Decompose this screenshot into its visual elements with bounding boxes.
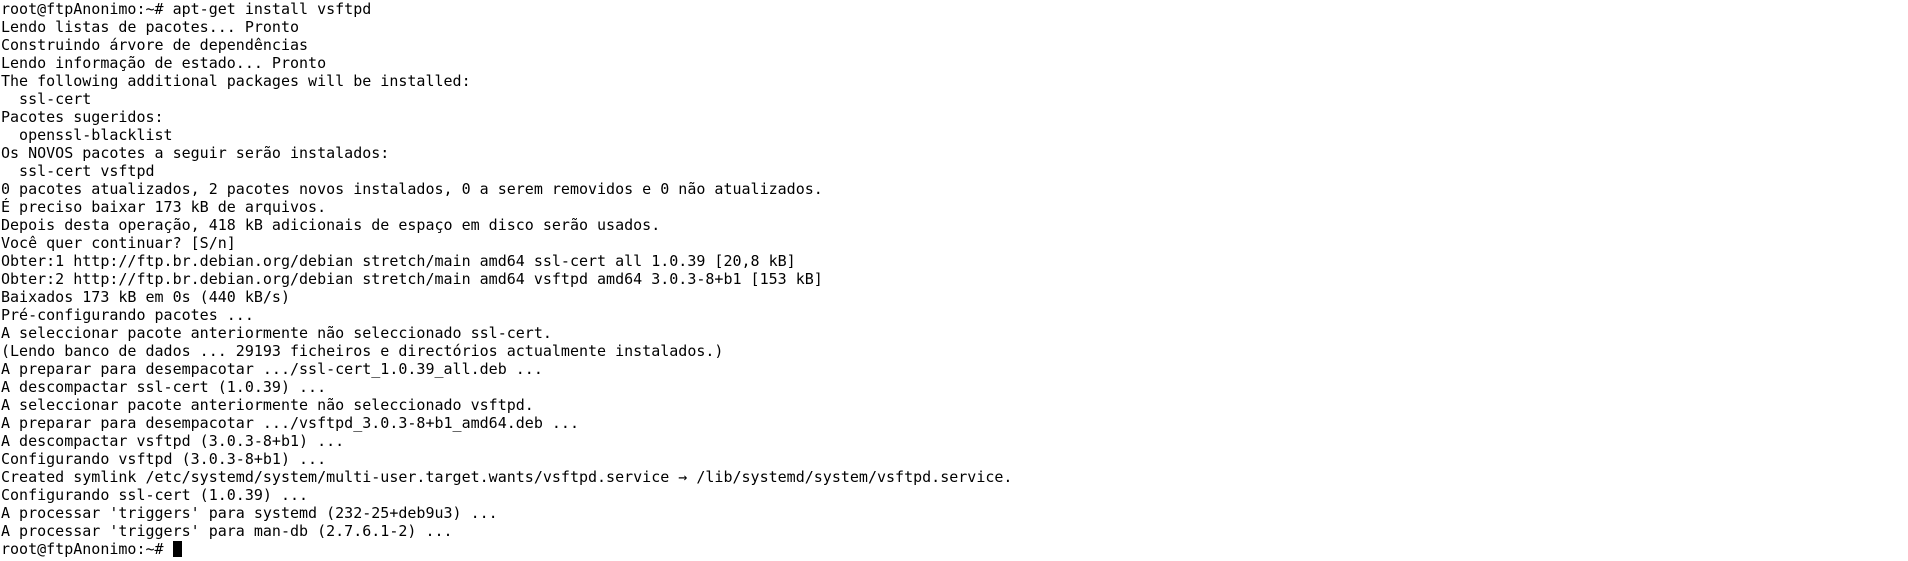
terminal-line: Obter:1 http://ftp.br.debian.org/debian … (1, 252, 796, 270)
terminal-line: A seleccionar pacote anteriormente não s… (1, 324, 552, 342)
terminal-line: A processar 'triggers' para man-db (2.7.… (1, 522, 453, 540)
terminal-line: A preparar para desempacotar .../ssl-cer… (1, 360, 543, 378)
terminal-line: A seleccionar pacote anteriormente não s… (1, 396, 534, 414)
terminal-line: Pré-configurando pacotes ... (1, 306, 254, 324)
terminal-line: Você quer continuar? [S/n] (1, 234, 236, 252)
terminal-line: A processar 'triggers' para systemd (232… (1, 504, 498, 522)
terminal-line: A descompactar ssl-cert (1.0.39) ... (1, 378, 327, 396)
terminal-window[interactable]: root@ftpAnonimo:~# apt-get install vsftp… (0, 0, 1908, 561)
text-cursor (172, 541, 182, 557)
terminal-line: ssl-cert vsftpd (1, 162, 155, 180)
terminal-line: Os NOVOS pacotes a seguir serão instalad… (1, 144, 390, 162)
terminal-line: The following additional packages will b… (1, 72, 471, 90)
terminal-line: (Lendo banco de dados ... 29193 ficheiro… (1, 342, 724, 360)
terminal-output: root@ftpAnonimo:~# apt-get install vsftp… (1, 0, 1012, 558)
terminal-line: Configurando ssl-cert (1.0.39) ... (1, 486, 309, 504)
terminal-line: Depois desta operação, 418 kB adicionais… (1, 216, 661, 234)
terminal-line: Baixados 173 kB em 0s (440 kB/s) (1, 288, 290, 306)
terminal-line: root@ftpAnonimo:~# apt-get install vsftp… (1, 0, 372, 18)
terminal-line: Obter:2 http://ftp.br.debian.org/debian … (1, 270, 823, 288)
prompt-text: root@ftpAnonimo:~# (1, 540, 173, 558)
terminal-line: Construindo árvore de dependências (1, 36, 309, 54)
terminal-line: É preciso baixar 173 kB de arquivos. (1, 198, 327, 216)
terminal-line: Created symlink /etc/systemd/system/mult… (1, 468, 1013, 486)
command-prompt[interactable]: root@ftpAnonimo:~# (1, 540, 1012, 558)
terminal-line: Lendo listas de pacotes... Pronto (1, 18, 300, 36)
terminal-line: A descompactar vsftpd (3.0.3-8+b1) ... (1, 432, 345, 450)
terminal-line: Lendo informação de estado... Pronto (1, 54, 327, 72)
terminal-line: ssl-cert (1, 90, 92, 108)
terminal-line: openssl-blacklist (1, 126, 173, 144)
terminal-line: Pacotes sugeridos: (1, 108, 164, 126)
terminal-line: A preparar para desempacotar .../vsftpd_… (1, 414, 579, 432)
terminal-line: 0 pacotes atualizados, 2 pacotes novos i… (1, 180, 823, 198)
terminal-line: Configurando vsftpd (3.0.3-8+b1) ... (1, 450, 327, 468)
